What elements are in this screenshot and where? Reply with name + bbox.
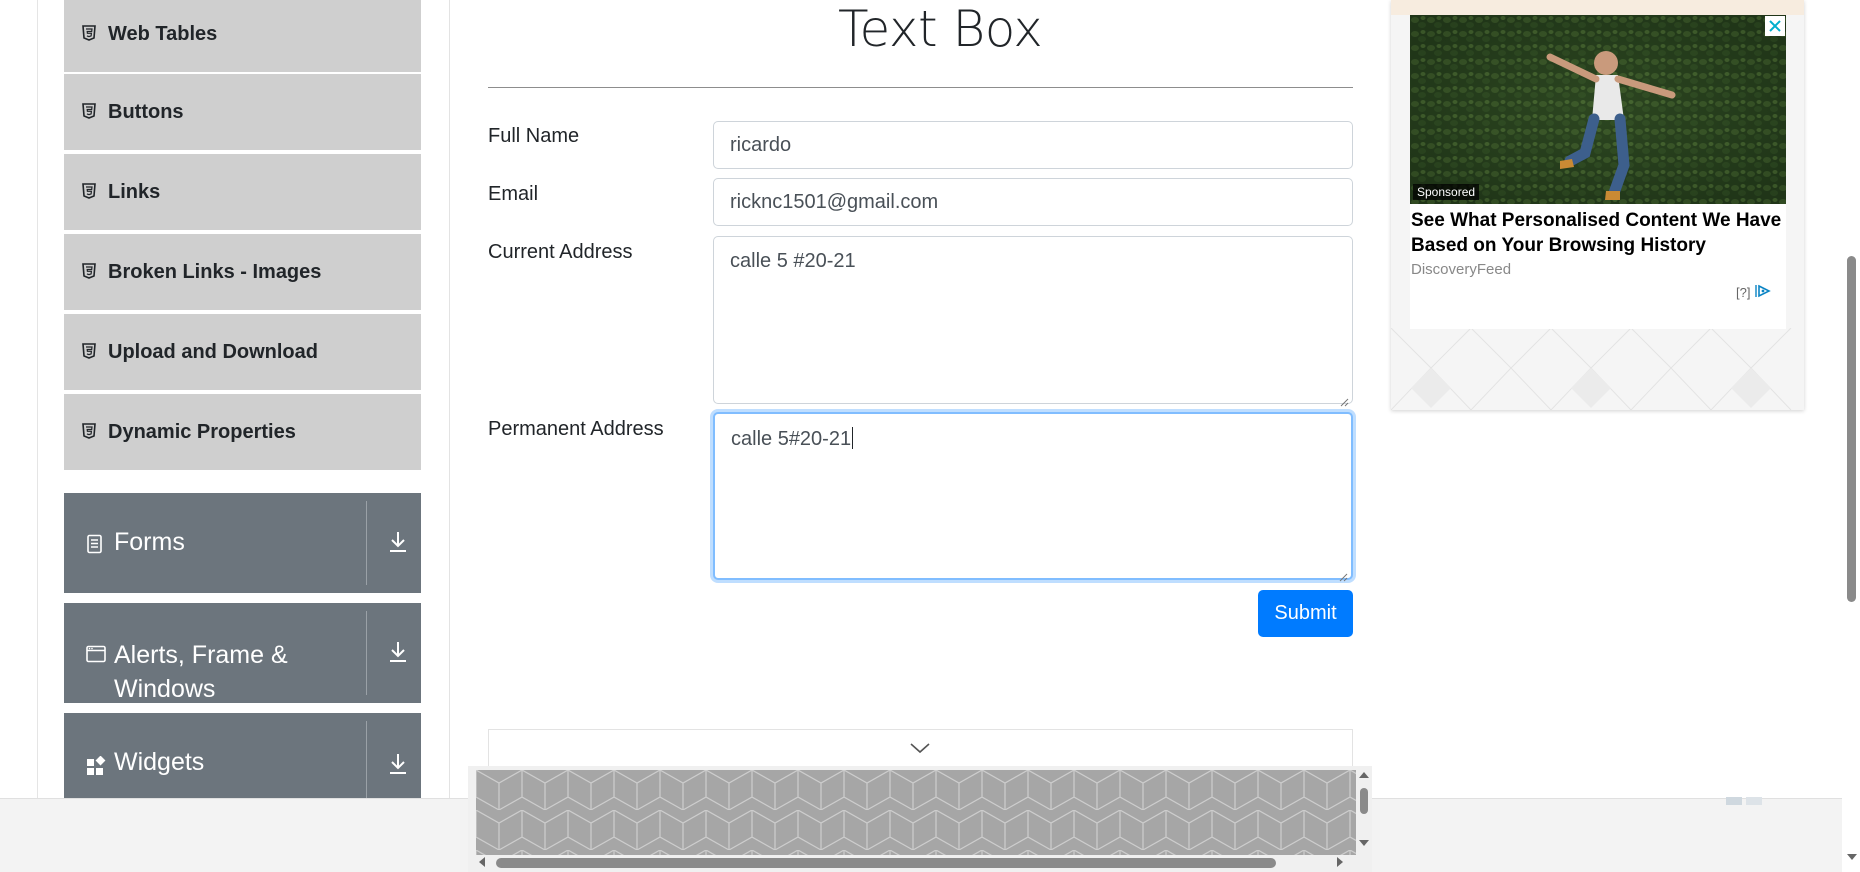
page-title: Text Box	[838, 0, 1043, 58]
current-address-textarea[interactable]: calle 5 #20-21	[713, 236, 1353, 407]
ad-corner-icon[interactable]	[1726, 792, 1764, 805]
banner-horizontal-scrollbar[interactable]	[468, 852, 1348, 872]
chevron-down-icon[interactable]	[909, 742, 931, 754]
sidebar-item-buttons[interactable]: Buttons	[64, 74, 421, 152]
ad-top-strip	[1391, 0, 1804, 15]
left-gutter	[0, 0, 38, 798]
html5-icon	[82, 423, 98, 441]
ad-card: Sponsored See What Personalised Content …	[1391, 0, 1804, 410]
banner-vertical-scrollbar[interactable]	[1356, 768, 1372, 860]
sidebar-item-label: Broken Links - Images	[108, 260, 322, 283]
collapse-bar[interactable]	[488, 729, 1353, 769]
scroll-down-arrow-icon[interactable]	[1845, 850, 1859, 864]
submit-button[interactable]: Submit	[1258, 590, 1353, 637]
sidebar-item-label: Links	[108, 180, 161, 203]
ad-headline[interactable]: See What Personalised Content We Have Ba…	[1411, 208, 1783, 258]
current-address-label: Current Address	[488, 241, 633, 263]
scrollbar-thumb[interactable]	[496, 858, 1276, 868]
full-name-value: ricardo	[730, 134, 792, 156]
sidebar-item-dynamic-properties[interactable]: Dynamic Properties	[64, 394, 421, 472]
html5-icon	[82, 25, 98, 43]
permanent-address-label: Permanent Address	[488, 418, 664, 440]
group-forms[interactable]: Forms	[64, 493, 421, 593]
email-value: ricknc1501@gmail.com	[730, 191, 939, 213]
sidebar-item-label: Web Tables	[108, 22, 218, 45]
sidebar-item-web-tables[interactable]: Web Tables	[64, 0, 421, 74]
sponsored-badge: Sponsored	[1413, 184, 1480, 200]
permanent-address-textarea[interactable]: calle 5#20-21	[713, 412, 1353, 582]
group-divider	[366, 501, 367, 585]
ad-photo[interactable]: Sponsored	[1410, 15, 1786, 204]
download-arrow-icon[interactable]	[386, 529, 412, 557]
permanent-address-value: calle 5#20-21	[731, 428, 852, 450]
resize-grip-icon[interactable]	[1339, 390, 1349, 407]
group-label-line1: Alerts, Frame &	[114, 641, 288, 669]
html5-icon	[82, 263, 98, 281]
text-caret	[852, 427, 854, 449]
download-arrow-icon[interactable]	[386, 751, 412, 779]
sidebar-item-label: Upload and Download	[108, 340, 318, 363]
current-address-value: calle 5 #20-21	[730, 250, 856, 272]
sidebar-item-label: Dynamic Properties	[108, 420, 296, 443]
download-arrow-icon[interactable]	[386, 639, 412, 667]
sidebar-item-upload-download[interactable]: Upload and Download	[64, 314, 421, 392]
html5-icon	[82, 103, 98, 121]
email-input[interactable]: ricknc1501@gmail.com	[713, 178, 1353, 226]
ad-source[interactable]: DiscoveryFeed	[1411, 261, 1511, 278]
bottom-ad-banner[interactable]	[476, 770, 1356, 855]
close-icon[interactable]	[1765, 16, 1785, 36]
ad-info-link[interactable]: [?]	[1736, 285, 1750, 300]
group-alerts-frame-windows[interactable]: Alerts, Frame & Windows	[64, 603, 421, 703]
group-label: Widgets	[114, 748, 205, 776]
ad-background-pattern	[1391, 328, 1792, 410]
adchoices-icon[interactable]	[1754, 284, 1772, 303]
full-name-label: Full Name	[488, 125, 580, 147]
sidebar-item-label: Buttons	[108, 100, 184, 123]
window-icon	[86, 641, 108, 663]
email-label: Email	[488, 183, 539, 205]
group-label: Forms	[114, 528, 185, 556]
html5-icon	[82, 183, 98, 201]
group-divider	[366, 721, 367, 805]
widgets-icon	[86, 754, 108, 776]
group-label-line2: Windows	[114, 675, 216, 703]
title-divider	[488, 87, 1353, 88]
page-scrollbar-thumb[interactable]	[1847, 256, 1856, 602]
html5-icon	[82, 343, 98, 361]
sidebar-item-broken-links[interactable]: Broken Links - Images	[64, 234, 421, 312]
document-icon	[86, 532, 108, 554]
resize-grip-icon[interactable]	[1338, 565, 1348, 582]
ad-content[interactable]: Sponsored See What Personalised Content …	[1410, 15, 1786, 329]
full-name-input[interactable]: ricardo	[713, 121, 1353, 169]
page: Web Tables Buttons Links Broken Links - …	[0, 0, 1860, 872]
sidebar-item-links[interactable]: Links	[64, 154, 421, 232]
group-divider	[366, 611, 367, 695]
